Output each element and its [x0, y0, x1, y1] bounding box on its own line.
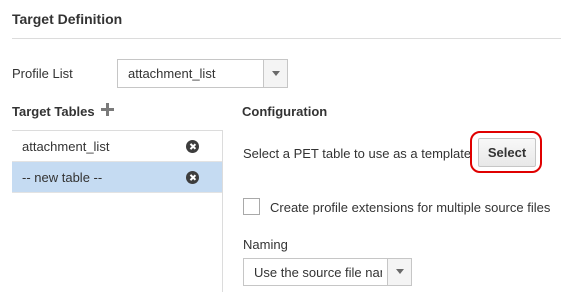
- chevron-down-icon: [396, 269, 404, 274]
- add-table-icon[interactable]: [101, 103, 114, 116]
- target-tables-heading: Target Tables: [12, 104, 95, 119]
- naming-dropdown[interactable]: Use the source file nam: [243, 258, 412, 286]
- list-item[interactable]: -- new table --: [12, 162, 222, 193]
- remove-icon[interactable]: [186, 171, 199, 184]
- page-title: Target Definition: [12, 11, 123, 27]
- pet-table-prompt: Select a PET table to use as a template: [243, 146, 472, 161]
- remove-icon[interactable]: [186, 140, 199, 153]
- configuration-heading: Configuration: [242, 104, 328, 119]
- naming-value: Use the source file nam: [254, 265, 382, 280]
- profile-extensions-label[interactable]: Create profile extensions for multiple s…: [270, 200, 550, 215]
- naming-toggle[interactable]: [387, 259, 411, 285]
- profile-list-toggle[interactable]: [263, 60, 287, 87]
- profile-extensions-checkbox[interactable]: [243, 198, 260, 215]
- list-item[interactable]: attachment_list: [12, 131, 222, 162]
- profile-list-dropdown[interactable]: attachment_list: [117, 59, 288, 88]
- profile-list-value: attachment_list: [128, 66, 216, 81]
- chevron-down-icon: [272, 71, 280, 76]
- naming-label: Naming: [243, 237, 288, 252]
- list-item-label: attachment_list: [22, 139, 110, 154]
- profile-list-label: Profile List: [12, 66, 73, 81]
- select-button[interactable]: Select: [478, 138, 536, 167]
- target-tables-list: attachment_list -- new table --: [12, 130, 223, 292]
- list-item-label: -- new table --: [22, 170, 103, 185]
- header-divider: [12, 38, 561, 39]
